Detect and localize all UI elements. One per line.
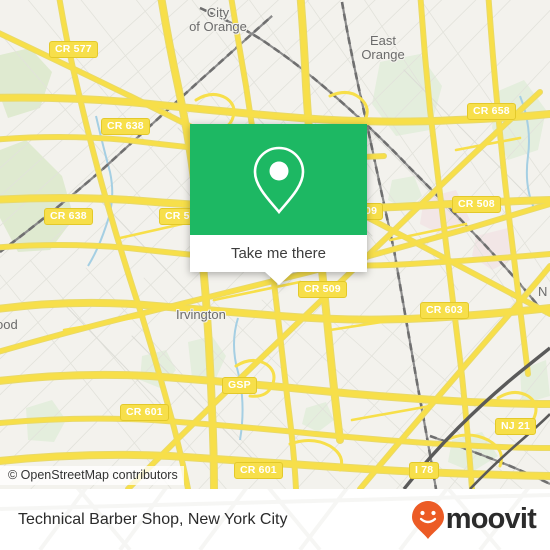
route-shield-cr-601-a[interactable]: CR 601: [120, 404, 169, 421]
route-shield-cr-509[interactable]: CR 509: [298, 281, 347, 298]
location-title: Technical Barber Shop, New York City: [18, 510, 288, 528]
route-shield-cr-577-a[interactable]: CR 577: [49, 41, 98, 58]
route-shield-cr-603[interactable]: CR 603: [420, 302, 469, 319]
map-canvas[interactable]: .rd { fill:none; stroke:#f7df4a; stroke-…: [0, 0, 550, 489]
take-me-there-button[interactable]: Take me there: [190, 235, 367, 272]
footer-bar: Technical Barber Shop, New York City moo…: [0, 489, 550, 550]
moovit-smiley-pin-icon: [411, 500, 444, 539]
popup-tail-pointer: [264, 272, 293, 285]
moovit-wordmark: moovit: [445, 503, 537, 535]
map-screenshot: .rd { fill:none; stroke:#f7df4a; stroke-…: [0, 0, 550, 550]
route-shield-gsp[interactable]: GSP: [222, 377, 257, 394]
map-pin-icon: [253, 146, 304, 214]
route-shield-cr-638-a[interactable]: CR 638: [101, 118, 150, 135]
route-shield-cr-658[interactable]: CR 658: [467, 103, 516, 120]
osm-attribution[interactable]: © OpenStreetMap contributors: [0, 466, 184, 485]
moovit-logo[interactable]: moovit: [411, 500, 537, 540]
route-shield-nj-21[interactable]: NJ 21: [495, 418, 537, 435]
location-popup-card[interactable]: Take me there: [190, 124, 367, 285]
popup-image-panel: [190, 124, 367, 235]
route-shield-cr-508[interactable]: CR 508: [452, 196, 501, 213]
route-shield-cr-638-b[interactable]: CR 638: [44, 208, 93, 225]
route-shield-cr-601-b[interactable]: CR 601: [234, 462, 283, 479]
route-shield-i-78[interactable]: I 78: [409, 462, 440, 479]
